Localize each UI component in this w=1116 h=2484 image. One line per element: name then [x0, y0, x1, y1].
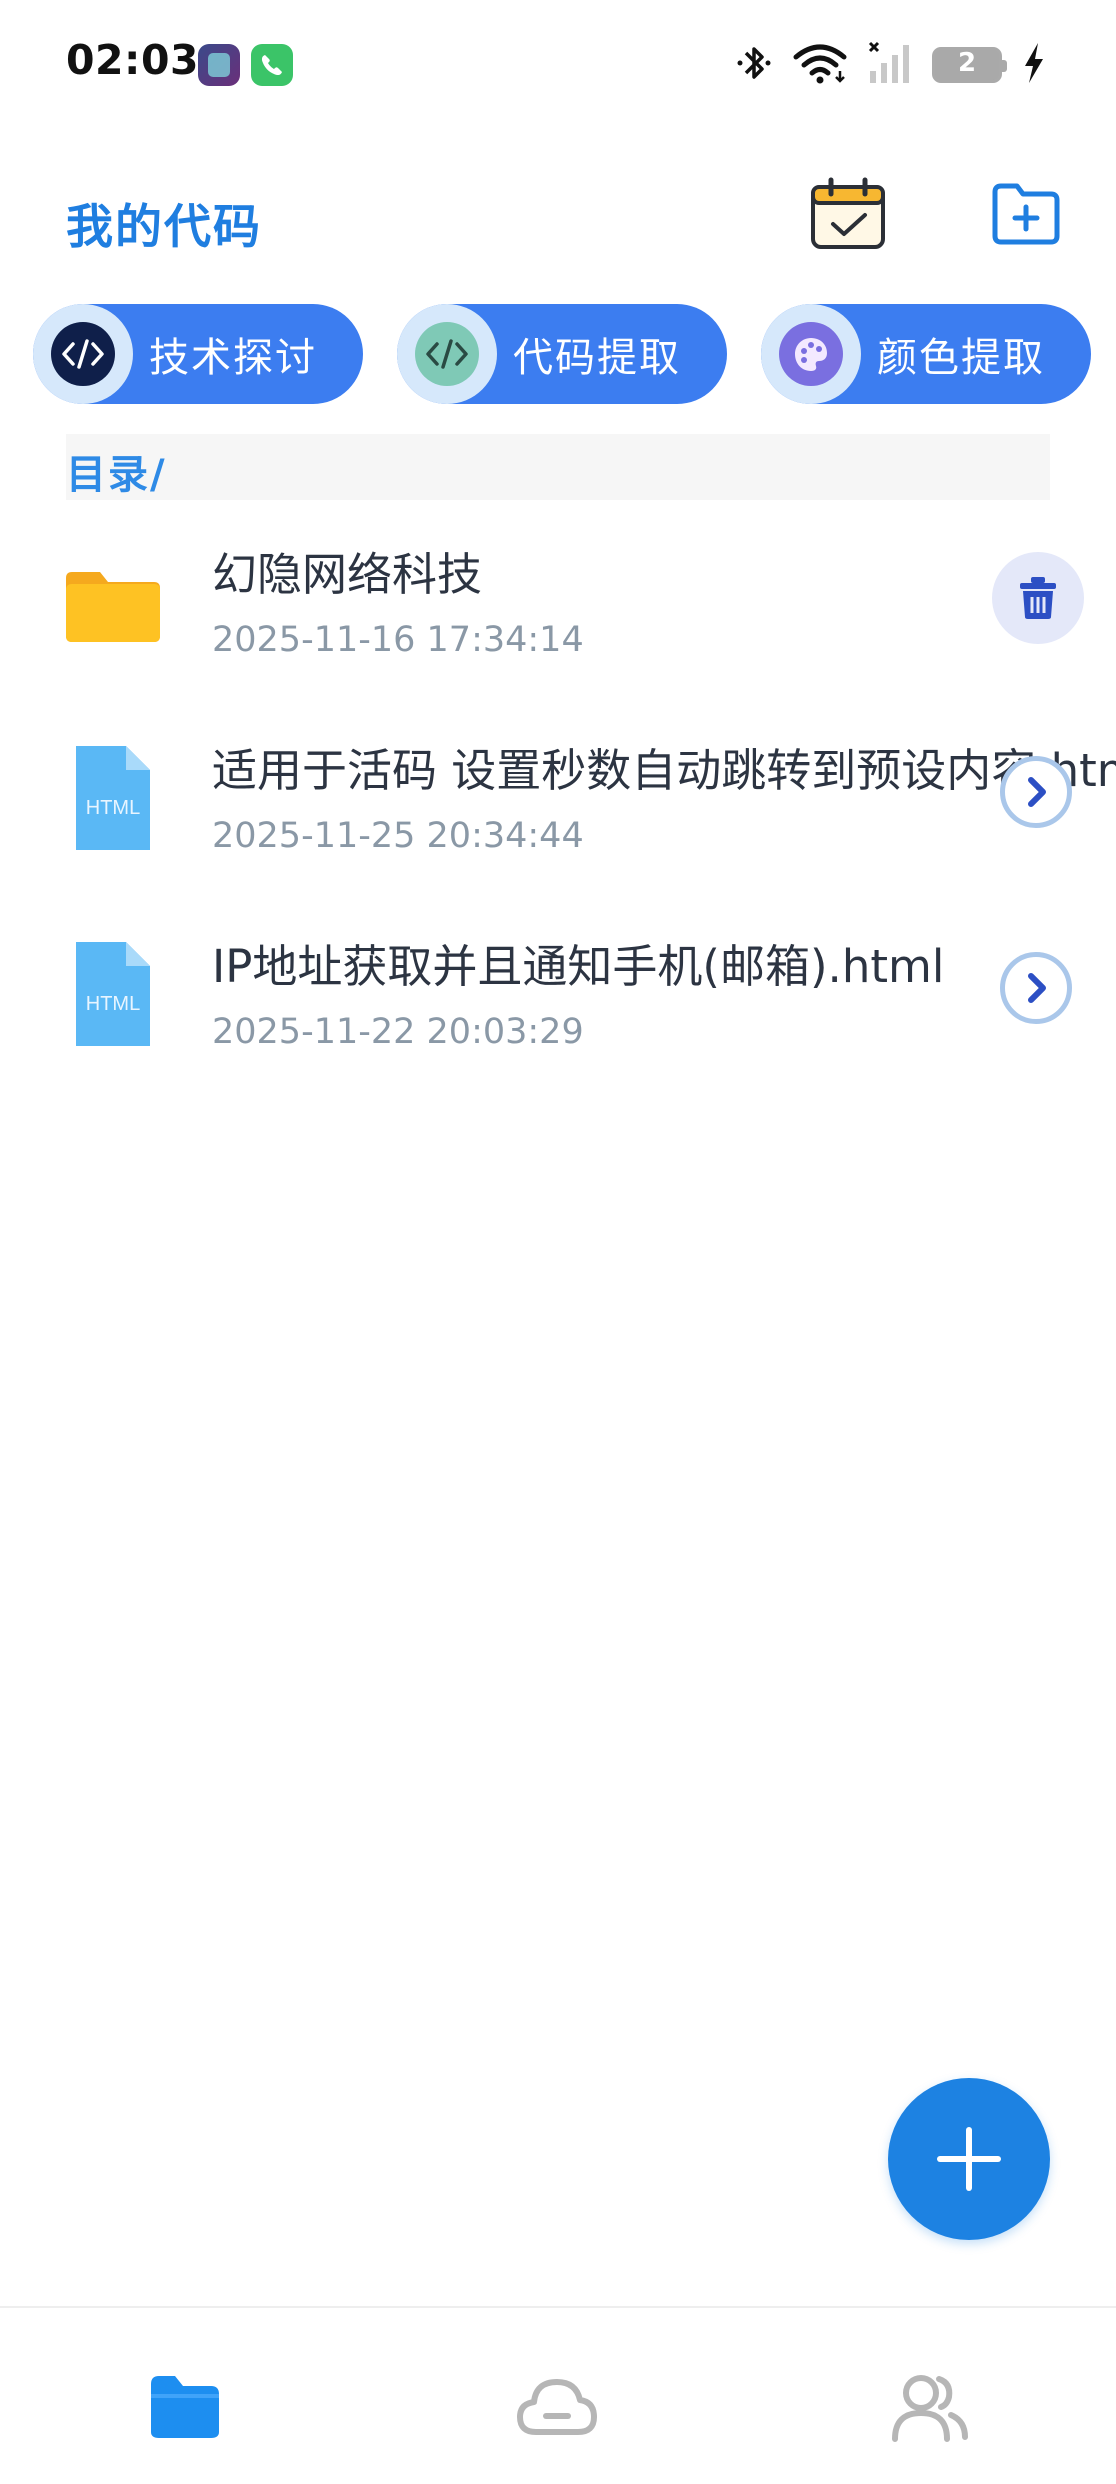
- chip-label: 代码提取: [513, 335, 681, 381]
- quick-actions: 技术探讨 代码提取 颜色提取: [33, 304, 1093, 404]
- nav-user[interactable]: [884, 2362, 974, 2452]
- calendar-check-icon: [811, 177, 885, 249]
- palette-icon: [779, 322, 843, 386]
- status-bar: 02:03 2: [0, 0, 1116, 130]
- file-name: 适用于活码 设置秒数自动跳转到预设内容.html: [212, 744, 1116, 797]
- status-time: 02:03: [66, 36, 200, 84]
- calendar-button[interactable]: [808, 174, 888, 254]
- html-file-icon: HTML: [76, 746, 150, 850]
- bottom-nav: [0, 2306, 1116, 2484]
- wifi-icon: [792, 41, 848, 89]
- open-button[interactable]: [1000, 756, 1072, 828]
- list-item-html[interactable]: HTML IP地址获取并且通知手机(邮箱).html 2025-11-22 20…: [0, 912, 1116, 1087]
- bluetooth-icon: [736, 41, 772, 89]
- plus-icon: [937, 2127, 1001, 2191]
- battery-icon: 2: [932, 47, 1007, 83]
- folder-plus-icon: [992, 183, 1060, 245]
- html-file-icon: HTML: [76, 942, 150, 1046]
- add-button[interactable]: [888, 2078, 1050, 2240]
- open-button[interactable]: [1000, 952, 1072, 1024]
- new-folder-button[interactable]: [985, 174, 1065, 254]
- delete-button[interactable]: [992, 552, 1084, 644]
- battery-level: 2: [957, 48, 977, 78]
- chevron-right-icon: [1028, 973, 1046, 1003]
- chip-icon-wrap: [33, 304, 133, 404]
- chip-icon-wrap: [397, 304, 497, 404]
- signal-icon: [868, 41, 912, 89]
- chip-label: 颜色提取: [877, 335, 1045, 381]
- code-extract-icon: [415, 322, 479, 386]
- phone-app-icon: [251, 44, 293, 86]
- charging-icon: [1022, 41, 1046, 89]
- code-icon: [51, 322, 115, 386]
- chip-color-extract[interactable]: 颜色提取: [761, 304, 1091, 404]
- file-type-label: HTML: [86, 797, 140, 819]
- app-notification-icon: [198, 44, 240, 86]
- file-name: IP地址获取并且通知手机(邮箱).html: [212, 940, 945, 993]
- chip-label: 技术探讨: [149, 335, 317, 381]
- status-icons: 2: [736, 40, 1046, 90]
- file-time: 2025-11-25 20:34:44: [212, 816, 584, 856]
- chip-code-extract[interactable]: 代码提取: [397, 304, 727, 404]
- list-item-html[interactable]: HTML 适用于活码 设置秒数自动跳转到预设内容.html 2025-11-25…: [0, 716, 1116, 891]
- users-icon: [892, 2375, 968, 2442]
- file-time: 2025-11-16 17:34:14: [212, 620, 584, 660]
- trash-icon: [1020, 577, 1056, 619]
- chip-tech-discussion[interactable]: 技术探讨: [33, 304, 363, 404]
- breadcrumb[interactable]: 目录/: [66, 434, 1050, 500]
- breadcrumb-label: 目录/: [66, 452, 167, 498]
- folder-icon: [151, 2376, 219, 2438]
- list-item-folder[interactable]: 幻隐网络科技 2025-11-16 17:34:14: [0, 520, 1116, 695]
- chip-icon-wrap: [761, 304, 861, 404]
- cloud-icon: [517, 2379, 597, 2435]
- file-time: 2025-11-22 20:03:29: [212, 1012, 584, 1052]
- nav-cloud[interactable]: [512, 2362, 602, 2452]
- page-title: 我的代码: [66, 200, 262, 255]
- file-name: 幻隐网络科技: [212, 548, 483, 601]
- chevron-right-icon: [1028, 777, 1046, 807]
- folder-icon: [66, 572, 160, 642]
- nav-files[interactable]: [140, 2362, 230, 2452]
- file-type-label: HTML: [86, 993, 140, 1015]
